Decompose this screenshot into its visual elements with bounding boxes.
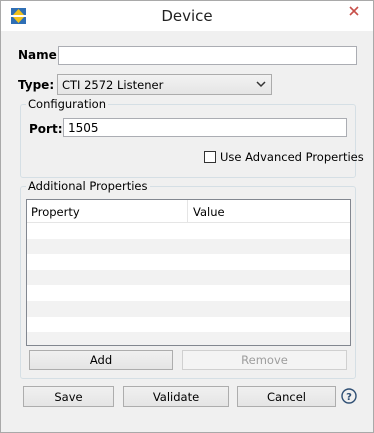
column-header-property[interactable]: Property [31,205,80,219]
window-title: Device [161,7,213,25]
add-button[interactable]: Add [29,350,173,370]
chevron-down-icon [256,81,266,88]
table-row [27,317,350,333]
save-button[interactable]: Save [23,386,114,407]
column-divider [187,200,188,222]
table-row [27,300,350,317]
name-label: Name: [18,48,62,62]
configuration-group-title: Configuration [26,97,108,111]
configuration-group [20,104,356,178]
table-row [27,254,350,270]
table-row [27,238,350,255]
table-row [27,223,350,239]
type-select[interactable]: CTI 2572 Listener [57,74,272,95]
type-select-value: CTI 2572 Listener [62,78,164,92]
port-input[interactable]: 1505 [63,118,347,137]
port-label: Port: [29,122,63,136]
properties-table[interactable]: Property Value [26,199,351,346]
svg-text:?: ? [346,392,352,403]
type-label: Type: [18,78,55,92]
table-row [27,285,350,301]
remove-button[interactable]: Remove [182,350,347,370]
table-row [27,332,350,345]
close-button[interactable] [341,2,366,20]
table-header: Property Value [27,200,350,223]
cancel-button[interactable]: Cancel [237,386,336,407]
close-icon [348,6,359,16]
help-icon[interactable]: ? [341,388,357,404]
table-row [27,269,350,286]
validate-button[interactable]: Validate [123,386,229,407]
use-advanced-properties-checkbox[interactable] [204,151,216,163]
device-dialog: Device Name: Type: CTI 2572 Listener Con… [0,0,374,433]
additional-properties-group-title: Additional Properties [26,179,150,193]
column-header-value[interactable]: Value [193,205,225,219]
name-input[interactable] [58,46,357,65]
title-bar: Device [1,1,373,31]
use-advanced-properties-label: Use Advanced Properties [220,150,364,164]
